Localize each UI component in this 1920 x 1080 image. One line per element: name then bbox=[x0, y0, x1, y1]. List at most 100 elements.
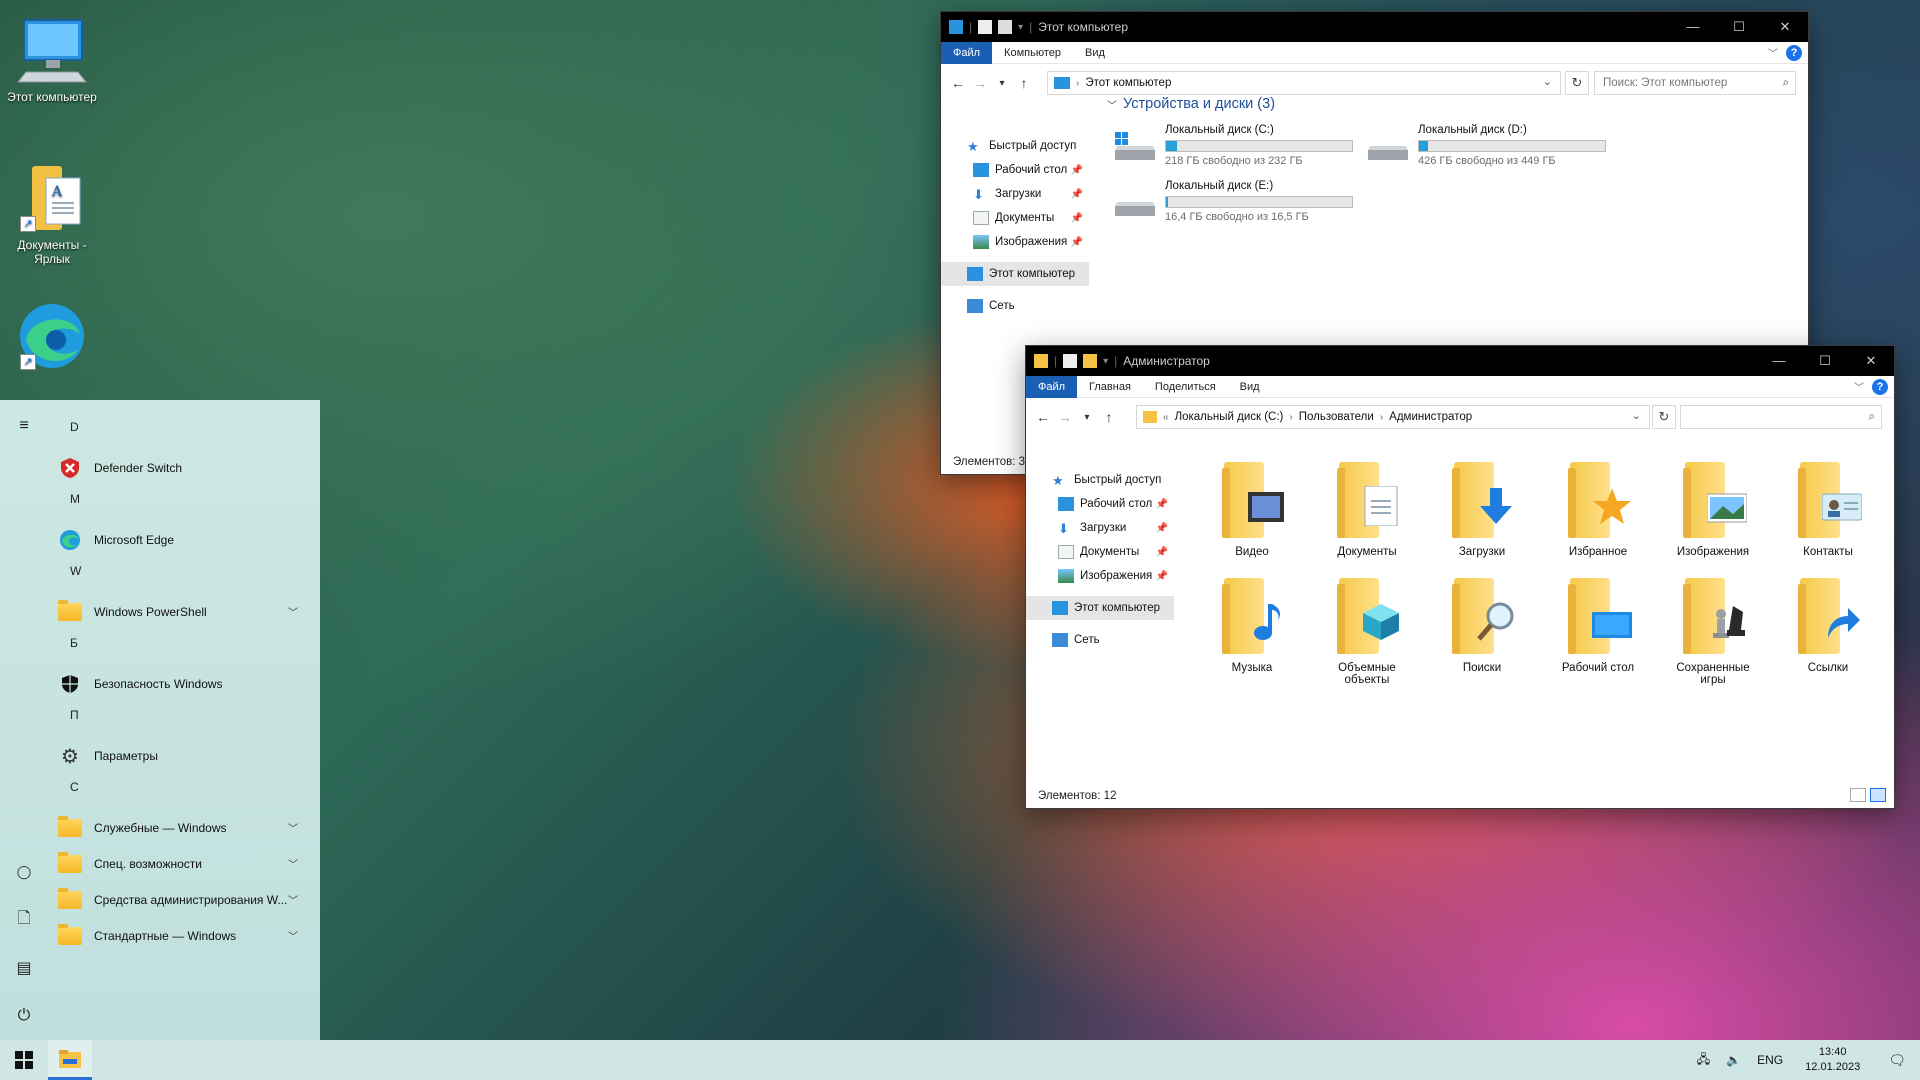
large-icons-view-icon[interactable] bbox=[1870, 788, 1886, 802]
back-arrow-icon[interactable]: ← bbox=[1032, 409, 1054, 425]
nav-documents[interactable]: Документы 📌 bbox=[941, 206, 1089, 230]
tab-home[interactable]: Главная bbox=[1077, 376, 1143, 398]
recent-locations-icon[interactable]: ▾ bbox=[991, 78, 1013, 89]
refresh-button[interactable]: ↻ bbox=[1565, 71, 1589, 95]
address-dropdown-icon[interactable]: ⌄ bbox=[1543, 75, 1552, 88]
folder-desktop[interactable]: Рабочий стол bbox=[1550, 574, 1646, 674]
maximize-button[interactable]: ☐ bbox=[1716, 12, 1762, 42]
tab-file[interactable]: Файл bbox=[1026, 375, 1078, 398]
close-button[interactable]: ✕ bbox=[1848, 346, 1894, 376]
folder-pictures[interactable]: Изображения bbox=[1665, 458, 1761, 558]
hamburger-menu-icon[interactable]: ≡ bbox=[12, 414, 36, 438]
folder-saved-games[interactable]: Сохраненные игры bbox=[1665, 574, 1761, 686]
language-indicator[interactable]: ENG bbox=[1749, 1053, 1791, 1067]
volume-icon[interactable]: 🔈 bbox=[1718, 1053, 1749, 1067]
drive-c[interactable]: Локальный диск (C:) 218 ГБ свободно из 2… bbox=[1113, 124, 1353, 174]
nav-this-pc[interactable]: Этот компьютер bbox=[1026, 596, 1174, 620]
nav-documents[interactable]: Документы 📌 bbox=[1026, 540, 1174, 564]
folder-searches[interactable]: Поиски bbox=[1434, 574, 1530, 674]
recent-locations-icon[interactable]: ▾ bbox=[1076, 412, 1098, 423]
nav-downloads[interactable]: ⬇ Загрузки 📌 bbox=[941, 182, 1089, 206]
letter-header[interactable]: D bbox=[56, 414, 306, 450]
expand-ribbon-icon[interactable]: ﹀ bbox=[1854, 379, 1864, 394]
tab-view[interactable]: Вид bbox=[1073, 42, 1117, 64]
app-settings[interactable]: ⚙ Параметры bbox=[56, 738, 306, 774]
properties-icon[interactable] bbox=[978, 20, 993, 34]
minimize-button[interactable]: — bbox=[1670, 12, 1716, 42]
folder-favorites[interactable]: Избранное bbox=[1550, 458, 1646, 558]
letter-header[interactable]: С bbox=[56, 774, 306, 810]
back-arrow-icon[interactable]: ← bbox=[947, 75, 969, 91]
desktop-icon-this-pc[interactable]: Этот компьютер bbox=[6, 14, 98, 104]
folder-music[interactable]: Музыка bbox=[1204, 574, 1300, 674]
app-accessibility[interactable]: Спец. возможности ﹀ bbox=[56, 846, 306, 882]
folder-contacts[interactable]: Контакты bbox=[1780, 458, 1876, 558]
devices-group-header[interactable]: ﹀ Устройства и диски (3) bbox=[1107, 96, 1275, 112]
up-arrow-icon[interactable]: ↑ bbox=[1013, 75, 1035, 91]
app-system-tools[interactable]: Служебные — Windows ﹀ bbox=[56, 810, 306, 846]
address-dropdown-icon[interactable]: ⌄ bbox=[1632, 409, 1641, 422]
nav-pictures[interactable]: Изображения 📌 bbox=[1026, 564, 1174, 588]
forward-arrow-icon[interactable]: → bbox=[1054, 409, 1076, 425]
properties-icon[interactable] bbox=[1063, 354, 1078, 368]
address-bar[interactable]: « Локальный диск (C:) › Пользователи › А… bbox=[1136, 405, 1650, 429]
forward-arrow-icon[interactable]: → bbox=[969, 75, 991, 91]
help-icon[interactable]: ? bbox=[1872, 379, 1888, 395]
desktop-icon-documents-shortcut[interactable]: A ↗ Документы - Ярлык bbox=[6, 162, 98, 266]
pin-icon[interactable]: 📌 bbox=[1156, 547, 1168, 558]
nav-quick-access[interactable]: ★ Быстрый доступ bbox=[1026, 468, 1174, 492]
folder-links[interactable]: Ссылки bbox=[1780, 574, 1876, 674]
document-icon[interactable]: 🗋 bbox=[12, 908, 36, 932]
nav-downloads[interactable]: ⬇ Загрузки 📌 bbox=[1026, 516, 1174, 540]
minimize-button[interactable]: — bbox=[1756, 346, 1802, 376]
nav-network[interactable]: Сеть bbox=[941, 294, 1089, 318]
drive-d[interactable]: Локальный диск (D:) 426 ГБ свободно из 4… bbox=[1366, 124, 1606, 174]
nav-pictures[interactable]: Изображения 📌 bbox=[941, 230, 1089, 254]
pin-icon[interactable]: 📌 bbox=[1156, 571, 1168, 582]
app-defender-switch[interactable]: Defender Switch bbox=[56, 450, 306, 486]
tab-computer[interactable]: Компьютер bbox=[992, 42, 1073, 64]
folder-downloads[interactable]: Загрузки bbox=[1434, 458, 1530, 558]
up-arrow-icon[interactable]: ↑ bbox=[1098, 409, 1120, 425]
clock[interactable]: 13:40 12.01.2023 bbox=[1791, 1045, 1874, 1075]
nav-this-pc[interactable]: Этот компьютер bbox=[941, 262, 1089, 286]
user-icon[interactable]: ◯ bbox=[12, 860, 36, 884]
desktop-icon-edge[interactable]: ↗ bbox=[6, 300, 98, 376]
folder-3d-objects[interactable]: Объемные объекты bbox=[1319, 574, 1415, 686]
pin-icon[interactable]: 📌 bbox=[1156, 523, 1168, 534]
folder-documents[interactable]: Документы bbox=[1319, 458, 1415, 558]
pin-icon[interactable]: 📌 bbox=[1071, 189, 1083, 200]
power-icon[interactable]: ⏻ bbox=[12, 1004, 36, 1028]
breadcrumb-local-disk[interactable]: Локальный диск (C:) bbox=[1175, 411, 1284, 423]
address-bar[interactable]: › Этот компьютер ⌄ bbox=[1047, 71, 1561, 95]
nav-desktop[interactable]: Рабочий стол 📌 bbox=[1026, 492, 1174, 516]
window-administrator[interactable]: | ▾ | Администратор — ☐ ✕ Файл Главная П… bbox=[1026, 346, 1894, 808]
address-segment[interactable]: Этот компьютер bbox=[1085, 77, 1171, 89]
letter-header[interactable]: Б bbox=[56, 630, 306, 666]
nav-quick-access[interactable]: ★ Быстрый доступ bbox=[941, 134, 1089, 158]
maximize-button[interactable]: ☐ bbox=[1802, 346, 1848, 376]
pin-icon[interactable]: 📌 bbox=[1156, 499, 1168, 510]
search-input[interactable]: Поиск: Этот компьютер ⌕ bbox=[1594, 71, 1796, 95]
tab-file[interactable]: Файл bbox=[941, 41, 993, 64]
letter-header[interactable]: M bbox=[56, 486, 306, 522]
search-input[interactable]: ⌕ bbox=[1680, 405, 1882, 429]
pin-icon[interactable]: 📌 bbox=[1071, 237, 1083, 248]
notifications-icon[interactable]: 🗨 bbox=[1874, 1052, 1920, 1069]
app-microsoft-edge[interactable]: Microsoft Edge bbox=[56, 522, 306, 558]
details-view-icon[interactable] bbox=[1850, 788, 1866, 802]
customize-toolbar-icon[interactable]: ▾ bbox=[1018, 22, 1023, 33]
breadcrumb-administrator[interactable]: Администратор bbox=[1389, 411, 1472, 423]
new-folder-icon[interactable] bbox=[998, 20, 1013, 34]
start-button[interactable] bbox=[0, 1040, 48, 1080]
help-icon[interactable]: ? bbox=[1786, 45, 1802, 61]
pictures-icon[interactable]: ▤ bbox=[12, 956, 36, 980]
nav-network[interactable]: Сеть bbox=[1026, 628, 1174, 652]
refresh-button[interactable]: ↻ bbox=[1652, 405, 1676, 429]
customize-toolbar-icon[interactable]: ▾ bbox=[1103, 356, 1108, 367]
breadcrumb-users[interactable]: Пользователи bbox=[1299, 411, 1374, 423]
pin-icon[interactable]: 📌 bbox=[1071, 165, 1083, 176]
tab-share[interactable]: Поделиться bbox=[1143, 376, 1228, 398]
expand-ribbon-icon[interactable]: ﹀ bbox=[1768, 45, 1778, 60]
pin-icon[interactable]: 📌 bbox=[1071, 213, 1083, 224]
